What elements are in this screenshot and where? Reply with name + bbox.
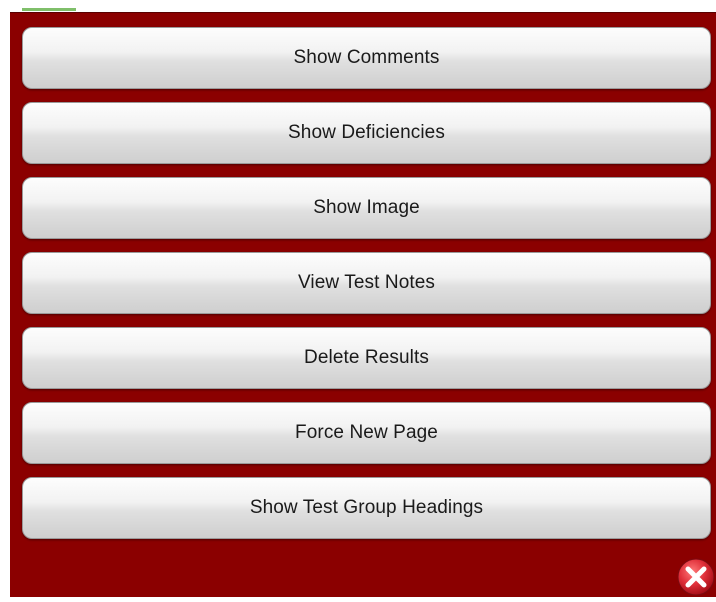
show-test-group-headings-button[interactable]: Show Test Group Headings xyxy=(22,477,711,539)
context-menu-panel: Show Comments Show Deficiencies Show Ima… xyxy=(10,12,716,597)
show-image-button[interactable]: Show Image xyxy=(22,177,711,239)
view-test-notes-button[interactable]: View Test Notes xyxy=(22,252,711,314)
delete-results-button[interactable]: Delete Results xyxy=(22,327,711,389)
force-new-page-button[interactable]: Force New Page xyxy=(22,402,711,464)
close-button[interactable] xyxy=(676,557,716,597)
view-test-notes-label: View Test Notes xyxy=(297,272,436,293)
delete-results-label: Delete Results xyxy=(304,347,429,368)
show-deficiencies-button[interactable]: Show Deficiencies xyxy=(22,102,711,164)
show-image-label: Show Image xyxy=(313,197,420,218)
show-deficiencies-label: Show Deficiencies xyxy=(288,122,445,143)
force-new-page-label: Force New Page xyxy=(295,422,438,443)
show-test-group-headings-label: Show Test Group Headings xyxy=(249,497,484,518)
show-comments-label: Show Comments xyxy=(293,47,440,68)
top-strip xyxy=(0,0,716,12)
show-comments-button[interactable]: Show Comments xyxy=(22,27,711,89)
top-accent-bar xyxy=(22,8,76,11)
close-icon xyxy=(677,558,715,596)
